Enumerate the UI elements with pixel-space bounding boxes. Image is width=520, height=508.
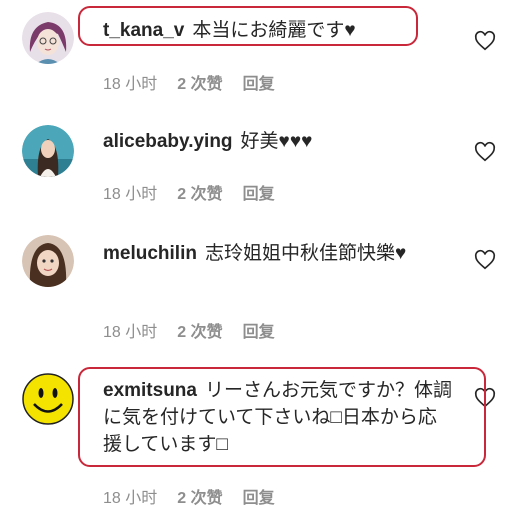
comment-text: t_kana_v 本当にお綺麗です♥: [103, 17, 453, 44]
photo-avatar-icon: [22, 125, 74, 177]
likes-count[interactable]: 2 次赞: [177, 70, 222, 94]
comment-time: 18 小时: [103, 76, 158, 93]
reply-button[interactable]: 回复: [243, 180, 275, 204]
like-heart-icon[interactable]: [474, 387, 496, 409]
comment-time: 18 小时: [103, 186, 158, 203]
reply-button[interactable]: 回复: [243, 484, 275, 508]
avatar[interactable]: [22, 12, 74, 64]
comment-time: 18 小时: [103, 490, 158, 507]
comment-text: alicebaby.ying 好美♥♥♥: [103, 128, 453, 155]
comment-body: 志玲姐姐中秋佳節快樂♥: [204, 243, 407, 264]
comment-username[interactable]: exmitsuna: [103, 380, 197, 401]
comment-meta: 18 小时 2 次赞 回复: [103, 318, 275, 342]
cartoon-girl-avatar-icon: [22, 12, 74, 64]
likes-count[interactable]: 2 次赞: [177, 484, 222, 508]
smiley-face-avatar-icon: [22, 373, 74, 425]
comment-text: meluchilin 志玲姐姐中秋佳節快樂♥: [103, 240, 453, 267]
like-heart-icon[interactable]: [474, 30, 496, 52]
avatar[interactable]: [22, 373, 74, 425]
avatar[interactable]: [22, 125, 74, 177]
comment-username[interactable]: meluchilin: [103, 243, 197, 264]
comment-time: 18 小时: [103, 324, 158, 341]
like-heart-icon[interactable]: [474, 249, 496, 271]
comment-body: 好美♥♥♥: [240, 131, 313, 152]
comment-username[interactable]: alicebaby.ying: [103, 131, 233, 152]
reply-button[interactable]: 回复: [243, 318, 275, 342]
like-heart-icon[interactable]: [474, 141, 496, 163]
reply-button[interactable]: 回复: [243, 70, 275, 94]
comment-meta: 18 小时 2 次赞 回复: [103, 180, 275, 204]
photo-avatar-icon: [22, 235, 74, 287]
comment-meta: 18 小时 2 次赞 回复: [103, 70, 275, 94]
comment-meta: 18 小时 2 次赞 回复: [103, 484, 275, 508]
comment-username[interactable]: t_kana_v: [103, 20, 184, 41]
comment-text: exmitsuna リーさんお元気ですか？体調に気を付けていて下さいね□日本から応…: [103, 377, 453, 458]
comment-body: 本当にお綺麗です♥: [192, 20, 356, 41]
likes-count[interactable]: 2 次赞: [177, 318, 222, 342]
avatar[interactable]: [22, 235, 74, 287]
likes-count[interactable]: 2 次赞: [177, 180, 222, 204]
